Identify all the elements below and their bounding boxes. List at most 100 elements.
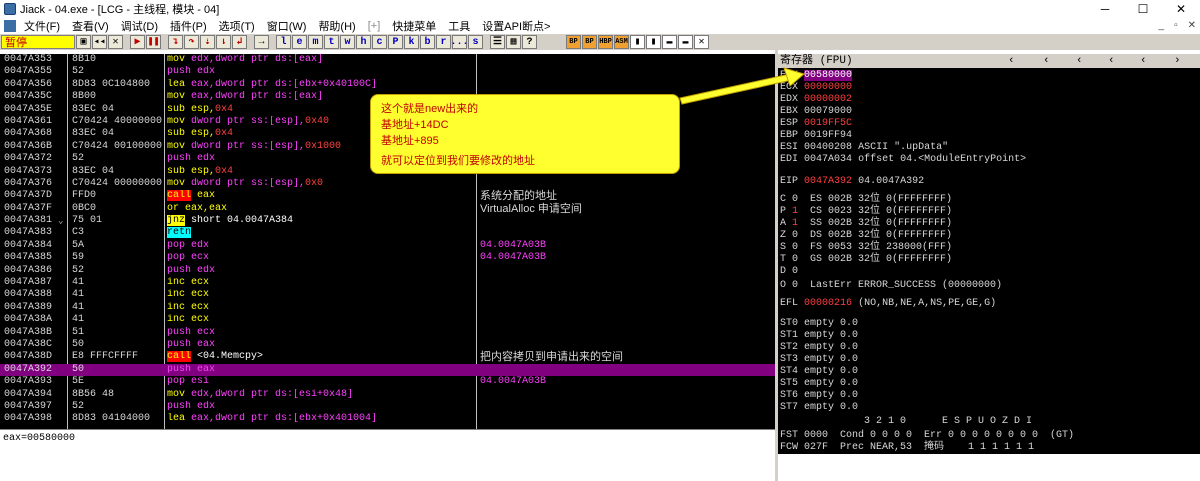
- tb-k[interactable]: k: [404, 35, 419, 49]
- tb-r[interactable]: r: [436, 35, 451, 49]
- disasm-row[interactable]: 0047A387 41 inc ecx: [0, 277, 775, 289]
- tb-w[interactable]: w: [340, 35, 355, 49]
- step-over-icon[interactable]: ↷: [184, 35, 199, 49]
- fpu-st2[interactable]: ST2 empty 0.0: [780, 342, 858, 354]
- flag-o-lasterr[interactable]: O 0 LastErr ERROR_SUCCESS (00000000): [780, 280, 1002, 292]
- tb-dots[interactable]: ...: [451, 35, 469, 49]
- disasm-row[interactable]: 0047A384 5A pop edx 04.0047A03B: [0, 240, 775, 252]
- list-icon[interactable]: ☰: [490, 35, 505, 49]
- fpu-st1[interactable]: ST1 empty 0.0: [780, 330, 858, 342]
- execute-till-return-icon[interactable]: ↲: [232, 35, 247, 49]
- menu-api-breakpoint[interactable]: 设置API断点>: [476, 18, 556, 34]
- disasm-row[interactable]: 0047A381 ⌄ 75 01 jnz short 04.0047A384: [0, 215, 775, 227]
- reg-esi[interactable]: ESI 00400208 ASCII ".upData": [780, 142, 948, 154]
- rewind-icon[interactable]: ◂◂: [92, 35, 107, 49]
- fpu-st7[interactable]: ST7 empty 0.0: [780, 402, 858, 414]
- info-pane[interactable]: eax=00580000: [0, 429, 775, 481]
- flag-d[interactable]: D 0: [780, 266, 798, 278]
- goto-icon[interactable]: →: [254, 35, 269, 49]
- fpu-fcw[interactable]: FCW 027F Prec NEAR,53 掩码 1 1 1 1 1 1: [780, 442, 1034, 454]
- fpu-st6[interactable]: ST6 empty 0.0: [780, 390, 858, 402]
- plugin-icon-6[interactable]: ▮: [646, 35, 661, 49]
- trace-over-icon[interactable]: ⇂: [216, 35, 231, 49]
- reg-ebp[interactable]: EBP 0019FF94: [780, 130, 852, 142]
- disasm-row[interactable]: 0047A37D FFD0 call eax 系统分配的地址: [0, 190, 775, 202]
- nav-left-icon-1[interactable]: ‹: [1008, 54, 1015, 68]
- fpu-st4[interactable]: ST4 empty 0.0: [780, 366, 858, 378]
- menu-view[interactable]: 查看(V): [66, 18, 115, 34]
- plugin-close-icon[interactable]: ✕: [694, 35, 709, 49]
- flag-a[interactable]: A 1 SS 002B 32位 0(FFFFFFFF): [780, 218, 952, 230]
- disasm-row[interactable]: 0047A386 52 push edx: [0, 265, 775, 277]
- open-icon[interactable]: ▣: [76, 35, 91, 49]
- menu-help[interactable]: 帮助(H): [312, 18, 361, 34]
- flag-c[interactable]: C 0 ES 002B 32位 0(FFFFFFFF): [780, 194, 952, 206]
- plugin-icon-5[interactable]: ▮: [630, 35, 645, 49]
- tb-c[interactable]: c: [372, 35, 387, 49]
- run-icon[interactable]: ▶: [130, 35, 145, 49]
- disasm-row[interactable]: 0047A388 41 inc ecx: [0, 289, 775, 301]
- flag-t[interactable]: T 0 GS 002B 32位 0(FFFFFFFF): [780, 254, 952, 266]
- disasm-row[interactable]: 0047A389 41 inc ecx: [0, 302, 775, 314]
- menu-plugins[interactable]: 插件(P): [164, 18, 213, 34]
- minimize-button[interactable]: ─: [1086, 0, 1124, 17]
- flag-z[interactable]: Z 0 DS 002B 32位 0(FFFFFFFF): [780, 230, 952, 242]
- disasm-row[interactable]: 0047A355 52 push edx: [0, 66, 775, 78]
- plugin-hbp-icon[interactable]: HBP: [598, 35, 613, 49]
- registers-header[interactable]: 寄存器 (FPU) ‹ ‹ ‹ ‹ ‹ ›: [778, 54, 1200, 68]
- maximize-button[interactable]: ☐: [1124, 0, 1162, 17]
- nav-left-icon-4[interactable]: ‹: [1108, 54, 1115, 68]
- menu-window[interactable]: 窗口(W): [261, 18, 313, 34]
- menu-tools[interactable]: 工具: [442, 18, 476, 34]
- tb-s[interactable]: s: [468, 35, 483, 49]
- menu-plus[interactable]: [+]: [362, 20, 387, 32]
- disasm-row[interactable]: 0047A376 C70424 00000000 mov dword ptr ss:…: [0, 178, 775, 190]
- disasm-row[interactable]: 0047A394 8B56 48 mov edx,dword ptr ds:[esi…: [0, 389, 775, 401]
- nav-left-icon-2[interactable]: ‹: [1043, 54, 1050, 68]
- window-icon[interactable]: ▦: [506, 35, 521, 49]
- disasm-row[interactable]: 0047A38B 51 push ecx: [0, 327, 775, 339]
- fpu-st5[interactable]: ST5 empty 0.0: [780, 378, 858, 390]
- reg-edi[interactable]: EDI 0047A034 offset 04.<ModuleEntryPoint…: [780, 154, 1026, 166]
- disasm-row[interactable]: 0047A398 8D83 04104000 lea eax,dword ptr d…: [0, 413, 775, 425]
- disasm-row[interactable]: 0047A38A 41 inc ecx: [0, 314, 775, 326]
- menu-shortcut[interactable]: 快捷菜单: [386, 18, 442, 34]
- disasm-row[interactable]: 0047A38D E8 FFFCFFFF call <04.Memcpy> 把内容拷贝…: [0, 351, 775, 363]
- plugin-icon-8[interactable]: ▬: [678, 35, 693, 49]
- tb-l[interactable]: l: [276, 35, 291, 49]
- tb-h[interactable]: h: [356, 35, 371, 49]
- tb-e[interactable]: e: [292, 35, 307, 49]
- mdi-close-button[interactable]: ✕: [1188, 17, 1196, 34]
- nav-left-icon-5[interactable]: ‹: [1140, 54, 1147, 68]
- disasm-row[interactable]: 0047A392 50 push eax: [0, 363, 775, 377]
- reg-eip[interactable]: EIP 0047A392 04.0047A392: [780, 176, 924, 188]
- reg-efl[interactable]: EFL 00000216 (NO,NB,NE,A,NS,PE,GE,G): [780, 298, 996, 310]
- disasm-row[interactable]: 0047A397 52 push edx: [0, 401, 775, 413]
- plugin-bp-icon[interactable]: BP: [566, 35, 581, 49]
- trace-into-icon[interactable]: ⇣: [200, 35, 215, 49]
- disasm-row[interactable]: 0047A385 59 pop ecx 04.0047A03B: [0, 252, 775, 264]
- disasm-row[interactable]: 0047A353 8B10 mov edx,dword ptr ds:[eax]: [0, 54, 775, 66]
- help-icon[interactable]: ?: [522, 35, 537, 49]
- fpu-fst[interactable]: FST 0000 Cond 0 0 0 0 Err 0 0 0 0 0 0 0 …: [780, 430, 1074, 442]
- plugin-bp2-icon[interactable]: BP: [582, 35, 597, 49]
- menu-options[interactable]: 选项(T): [213, 18, 261, 34]
- nav-left-icon-3[interactable]: ‹: [1076, 54, 1083, 68]
- tb-b[interactable]: b: [420, 35, 435, 49]
- pause-icon[interactable]: ❚❚: [146, 35, 161, 49]
- tb-p[interactable]: P: [388, 35, 403, 49]
- reg-esp[interactable]: ESP 0019FF5C: [780, 118, 852, 130]
- tb-m[interactable]: m: [308, 35, 323, 49]
- flag-s[interactable]: S 0 FS 0053 32位 238000(FFF): [780, 242, 952, 254]
- menu-file[interactable]: 文件(F): [18, 18, 66, 34]
- nav-right-icon[interactable]: ›: [1174, 54, 1181, 68]
- close-button[interactable]: ✕: [1162, 0, 1200, 17]
- fpu-st0[interactable]: ST0 empty 0.0: [780, 318, 858, 330]
- plugin-icon-7[interactable]: ▬: [662, 35, 677, 49]
- tb-t[interactable]: t: [324, 35, 339, 49]
- disasm-row[interactable]: 0047A37F 0BC0 or eax,eax VirtualAlloc 申请空间: [0, 203, 775, 215]
- fpu-st3[interactable]: ST3 empty 0.0: [780, 354, 858, 366]
- menu-debug[interactable]: 调试(D): [115, 18, 164, 34]
- plugin-asm-icon[interactable]: ASM: [614, 35, 629, 49]
- disasm-row[interactable]: 0047A356 8D83 0C104800 lea eax,dword ptr d…: [0, 79, 775, 91]
